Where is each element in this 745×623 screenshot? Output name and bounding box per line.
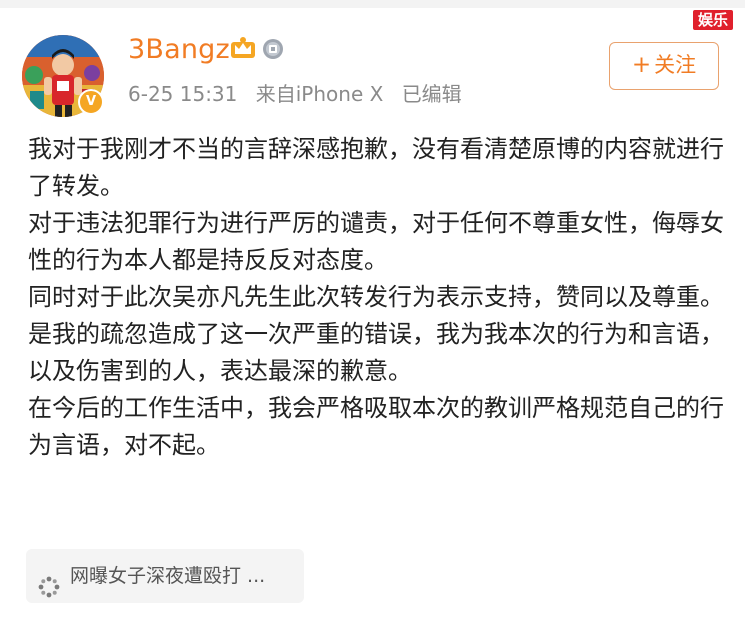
post-meta: 6-25 15:31 来自iPhone X 已编辑 [128,78,474,107]
link-card[interactable]: 网曝女子深夜遭殴打 ... [26,549,304,603]
link-icon [38,565,60,619]
post-time: 6-25 15:31 [128,82,238,106]
post-source[interactable]: 来自iPhone X [256,82,384,106]
follow-button[interactable]: + 关注 [609,42,719,90]
plus-icon: + [631,52,652,78]
edited-label[interactable]: 已编辑 [402,82,462,106]
medal-icon[interactable] [262,37,284,65]
link-card-text: 网曝女子深夜遭殴打 ... [70,565,266,587]
post-paragraph: 我对于我刚才不当的言辞深感抱歉，没有看清楚原博的内容就进行了转发。 [28,135,724,200]
post-content: 我对于我刚才不当的言辞深感抱歉，没有看清楚原博的内容就进行了转发。 对于违法犯罪… [28,131,728,464]
follow-label: 关注 [654,53,697,77]
post-paragraph: 是我的疏忽造成了这一次严重的错误，我为我本次的行为和言语，以及伤害到的人，表达最… [28,320,724,385]
site-watermark: 娱乐 [692,10,733,30]
avatar[interactable]: V [22,35,104,117]
post-paragraph: 在今后的工作生活中，我会严格吸取本次的教训严格规范自己的行为言语，对不起。 [28,394,724,459]
crown-icon[interactable] [229,36,257,64]
top-bar [0,0,745,8]
verified-badge-icon: V [78,89,104,115]
username[interactable]: 3Bangz [128,34,230,65]
weibo-post-page: 娱乐 V 3Bangz 6-25 15:31 来自iPhone X 已编辑 + … [0,0,745,623]
post-paragraph: 对于违法犯罪行为进行严厉的谴责，对于任何不尊重女性，侮辱女性的行为本人都是持反反… [28,209,724,274]
post-paragraph: 同时对于此次吴亦凡先生此次转发行为表示支持，赞同以及尊重。 [28,283,724,311]
